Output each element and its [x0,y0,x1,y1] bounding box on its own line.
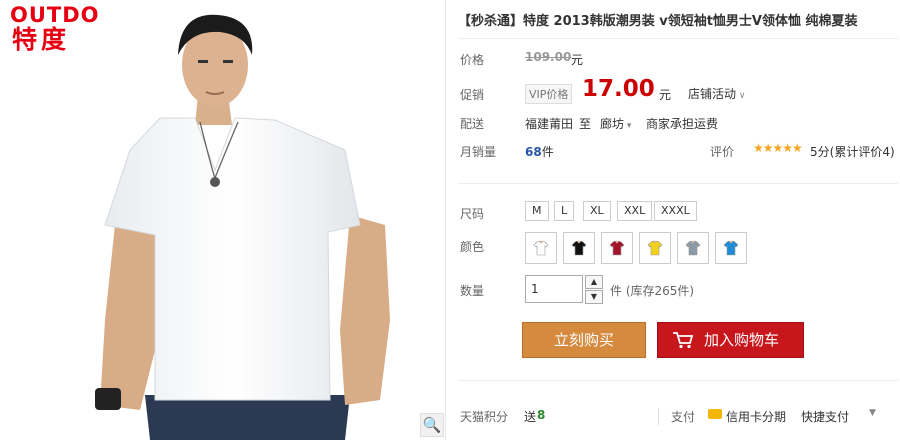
ship-from: 福建莆田 [525,117,574,131]
zoom-icon[interactable]: 🔍 [420,413,444,437]
original-price: 109.00 [525,50,572,64]
size-option-xl[interactable]: XL [583,201,611,221]
quick-pay[interactable]: 快捷支付 [801,408,849,425]
shipping-note: 商家承担运费 [646,117,719,131]
credit-card-icon [708,409,722,419]
chevron-down-icon: ∨ [736,91,746,101]
price-label: 价格 [460,53,485,67]
credit-installment[interactable]: 信用卡分期 [726,408,786,425]
size-option-m[interactable]: M [525,201,549,221]
points-value: 8 [537,408,546,422]
quantity-label: 数量 [460,284,485,298]
tshirt-icon [647,240,663,256]
color-swatch[interactable] [563,232,595,264]
product-title: 【秒杀通】特度 2013韩版潮男装 v领短袖t恤男士V领体恤 纯棉夏装 [458,14,858,29]
monthly-sales-count: 68 [525,145,542,159]
color-swatch[interactable] [601,232,633,264]
rating-label: 评价 [710,145,735,159]
ship-destination-dropdown[interactable]: 廊坊 ▾ [600,115,631,132]
divider [458,183,898,184]
buy-now-button[interactable]: 立刻购买 [522,322,646,358]
size-label: 尺码 [460,207,485,221]
quantity-increase-button[interactable]: ▲ [585,275,603,289]
color-swatch[interactable] [639,232,671,264]
tshirt-icon [571,240,587,256]
monthly-sales: 68件 [525,143,554,160]
size-option-l[interactable]: L [554,201,575,221]
stock-info: 件 (库存265件) [610,284,695,298]
monthly-sales-label: 月销量 [460,145,497,159]
size-option-xxl[interactable]: XXL [617,201,653,221]
tshirt-icon [723,240,739,256]
current-price: 17.00 [582,76,655,102]
store-promo-dropdown[interactable]: 店铺活动 ∨ [688,85,745,102]
shipping-label: 配送 [460,117,485,131]
product-photo[interactable] [60,0,440,440]
tshirt-icon [609,240,625,256]
color-swatch[interactable] [525,232,557,264]
caret-down-icon: ▾ [624,121,632,131]
color-label: 颜色 [460,240,485,254]
add-to-cart-label: 加入购物车 [704,331,780,349]
color-swatch[interactable] [677,232,709,264]
vip-price-tag: VIP价格 [525,84,573,104]
promo-label: 促销 [460,88,485,102]
monthly-sales-suffix: 件 [541,145,554,159]
color-swatch[interactable] [715,232,747,264]
tshirt-icon [533,240,549,256]
product-info: 【秒杀通】特度 2013韩版潮男装 v领短袖t恤男士V领体恤 纯棉夏装 价格 1… [445,0,900,440]
ship-to-word: 至 [579,117,592,131]
cart-icon [673,332,694,349]
payment-label: 支付 [658,408,695,425]
points-label: 天猫积分 [460,410,509,424]
rating-summary[interactable]: 5分(累计评价4) [810,143,895,160]
divider [458,38,898,39]
size-option-xxxl[interactable]: XXXL [654,201,697,221]
quantity-decrease-button[interactable]: ▼ [585,290,603,304]
add-to-cart-button[interactable]: 加入购物车 [657,322,804,358]
quantity-input[interactable]: 1 [525,275,583,303]
current-price-unit: 元 [659,88,672,102]
original-price-unit: 元 [571,53,584,67]
tshirt-icon [685,240,701,256]
divider [458,380,898,381]
product-gallery: OUTDO 特度 🔍 [0,0,445,440]
ship-destination: 廊坊 [600,117,625,131]
caret-down-icon[interactable]: ▼ [869,408,876,418]
points-give: 送 [524,410,537,424]
store-promo-label: 店铺活动 [688,87,737,101]
rating-stars-icon: ★★★★★ [753,141,803,155]
